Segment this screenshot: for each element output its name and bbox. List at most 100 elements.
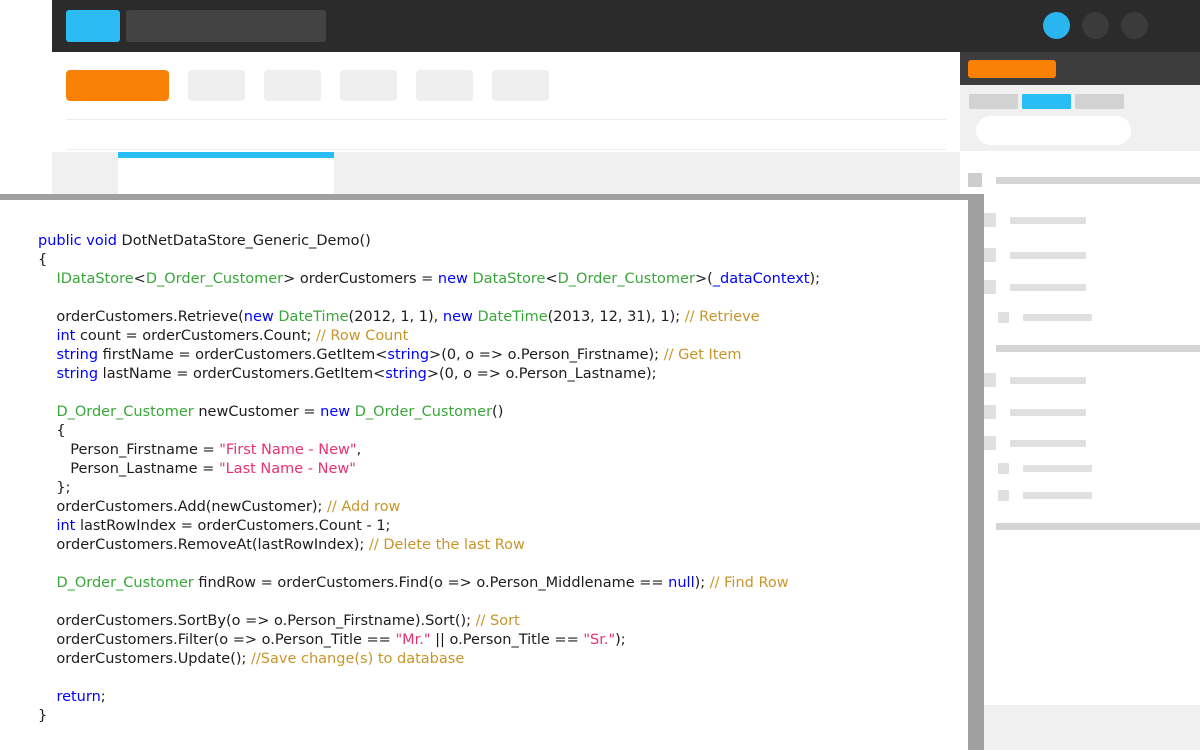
- code-token-kw: public void: [38, 233, 122, 249]
- side-panel-footer: [960, 705, 1200, 750]
- code-line: Person_Firstname = "First Name - New",: [38, 441, 820, 460]
- code-token-pln: findRow = orderCustomers.Find(o => o.Per…: [193, 575, 669, 591]
- secondary-toolbar-divider: [66, 149, 946, 150]
- code-line: public void DotNetDataStore_Generic_Demo…: [38, 232, 820, 251]
- tree-item-icon: [982, 436, 996, 450]
- code-token-pln: orderCustomers.Retrieve(: [38, 309, 244, 325]
- side-toggle-3[interactable]: [1075, 94, 1124, 109]
- settings-icon[interactable]: [1121, 12, 1148, 39]
- tree-item[interactable]: [998, 312, 1092, 323]
- code-line: D_Order_Customer newCustomer = new D_Ord…: [38, 403, 820, 422]
- code-line: {: [38, 422, 820, 441]
- tree-item-label: [996, 344, 1200, 352]
- code-token-typ: DataStore: [472, 271, 546, 287]
- side-panel-header: [960, 52, 1200, 85]
- code-token-pln: > orderCustomers =: [283, 271, 438, 287]
- user-avatar-icon[interactable]: [1043, 12, 1070, 39]
- code-line: {: [38, 251, 820, 270]
- code-token-pln: [38, 328, 56, 344]
- code-token-kw: int: [56, 518, 76, 534]
- code-token-pln: orderCustomers.Update();: [38, 651, 252, 667]
- tree-item[interactable]: [982, 436, 1086, 450]
- code-line: return;: [38, 688, 820, 707]
- code-token-pln: [38, 689, 56, 705]
- code-token-pln: ;: [100, 689, 106, 705]
- code-token-typ: D_Order_Customer: [145, 271, 284, 287]
- code-line: orderCustomers.Update(); //Save change(s…: [38, 650, 820, 669]
- code-token-cmt: // Retrieve: [684, 309, 760, 325]
- code-token-kw: new: [437, 271, 473, 287]
- code-token-kw: string: [385, 366, 427, 382]
- code-token-kw: new: [442, 309, 478, 325]
- global-search-input[interactable]: [126, 10, 326, 42]
- tree-item-icon: [982, 213, 996, 227]
- code-token-typ: IDataStore: [56, 271, 134, 287]
- tree-item[interactable]: [968, 341, 1200, 355]
- primary-action-button[interactable]: [66, 70, 169, 101]
- tree-item[interactable]: [982, 213, 1086, 227]
- code-line: orderCustomers.Retrieve(new DateTime(201…: [38, 308, 820, 327]
- toolbar-button-1[interactable]: [188, 70, 245, 101]
- code-token-pln: [38, 404, 56, 420]
- app-topbar: [52, 0, 1200, 52]
- code-token-cmt: // Add row: [326, 499, 401, 515]
- code-token-pln: [38, 575, 56, 591]
- code-token-pln: orderCustomers.SortBy(o => o.Person_Firs…: [38, 613, 476, 629]
- tree-item-label: [1010, 283, 1086, 291]
- side-search-input[interactable]: [976, 116, 1131, 145]
- tree-item-label: [996, 176, 1200, 184]
- tree-item-icon: [982, 373, 996, 387]
- code-token-pln: );: [615, 632, 626, 648]
- code-token-pln: >(0, o => o.Person_Firstname);: [429, 347, 664, 363]
- tree-item[interactable]: [982, 373, 1086, 387]
- tree-item[interactable]: [982, 405, 1086, 419]
- code-token-pln: orderCustomers.Filter(o => o.Person_Titl…: [38, 632, 396, 648]
- tree-item-icon: [982, 248, 996, 262]
- code-token-pln: ,: [356, 442, 362, 458]
- side-toggle-1[interactable]: [969, 94, 1018, 109]
- tree-item[interactable]: [968, 519, 1200, 533]
- code-token-typ: D_Order_Customer: [354, 404, 493, 420]
- code-token-pln: orderCustomers.RemoveAt(lastRowIndex);: [38, 537, 369, 553]
- tree-item[interactable]: [998, 463, 1092, 474]
- code-token-pln: lastRowIndex = orderCustomers.Count - 1;: [75, 518, 391, 534]
- code-block[interactable]: public void DotNetDataStore_Generic_Demo…: [38, 232, 820, 726]
- tree-item[interactable]: [998, 490, 1092, 501]
- tree-item[interactable]: [968, 173, 1200, 187]
- tree-item-label: [1023, 314, 1092, 321]
- side-panel-tree: [960, 151, 1200, 711]
- code-token-str: "First Name - New": [219, 442, 357, 458]
- side-panel-action-button[interactable]: [968, 60, 1056, 78]
- code-token-pln: newCustomer =: [193, 404, 321, 420]
- toolbar-button-4[interactable]: [416, 70, 473, 101]
- code-token-pln: <: [133, 271, 146, 287]
- code-token-pln: (): [492, 404, 504, 420]
- code-token-str: "Sr.": [583, 632, 616, 648]
- code-line: Person_Lastname = "Last Name - New": [38, 460, 820, 479]
- side-toggle-2[interactable]: [1022, 94, 1071, 109]
- code-line: orderCustomers.Filter(o => o.Person_Titl…: [38, 631, 820, 650]
- topbar-actions: [1043, 12, 1148, 39]
- code-token-typ: D_Order_Customer: [557, 271, 695, 287]
- code-token-typ: DateTime: [278, 309, 349, 325]
- code-token-kw: int: [56, 328, 76, 344]
- tree-item[interactable]: [982, 280, 1086, 294]
- tree-item-label: [1023, 465, 1092, 472]
- code-token-cmt: // Row Count: [316, 328, 409, 344]
- code-token-pln: }: [38, 708, 48, 724]
- code-token-kw: _dataContext: [712, 271, 810, 287]
- tree-item[interactable]: [982, 248, 1086, 262]
- toolbar-divider: [66, 119, 946, 120]
- code-token-pln: [38, 271, 56, 287]
- app-logo-icon[interactable]: [66, 10, 120, 42]
- toolbar-button-2[interactable]: [264, 70, 321, 101]
- notification-icon[interactable]: [1082, 12, 1109, 39]
- toolbar-button-5[interactable]: [492, 70, 549, 101]
- tree-item-label: [1010, 251, 1086, 259]
- app-root: public void DotNetDataStore_Generic_Demo…: [0, 0, 1200, 750]
- code-line: };: [38, 479, 820, 498]
- tab-active[interactable]: [118, 152, 334, 200]
- code-token-pln: };: [38, 480, 71, 496]
- tree-item-label: [996, 522, 1200, 530]
- toolbar-button-3[interactable]: [340, 70, 397, 101]
